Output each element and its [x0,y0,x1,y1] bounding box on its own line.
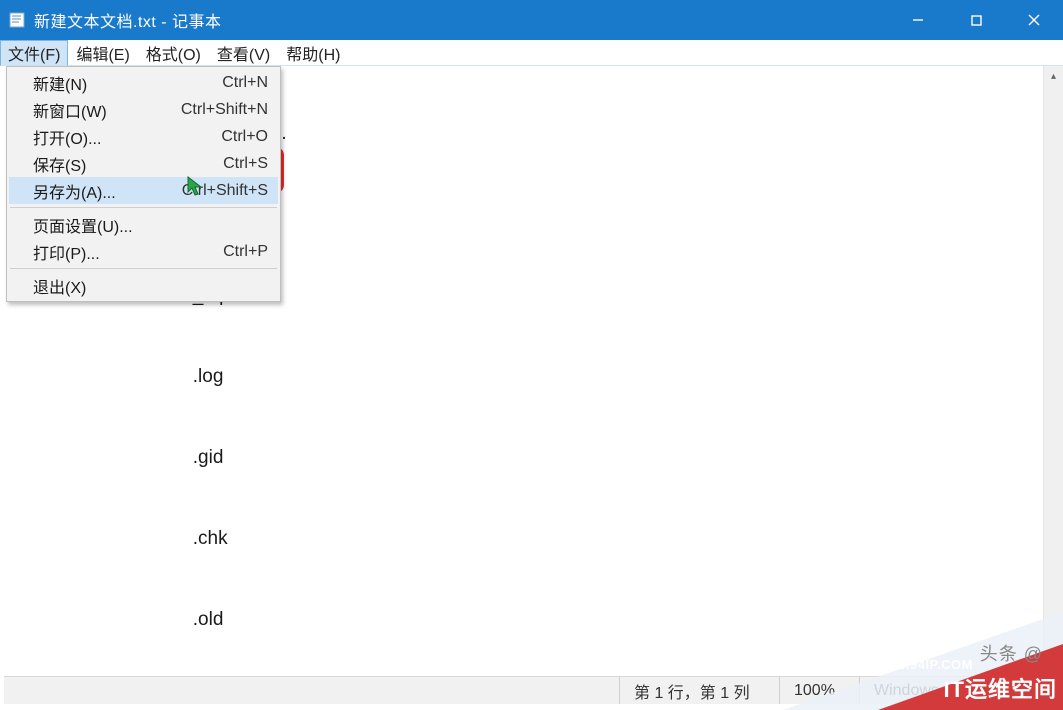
editor-line: .old [8,606,1055,633]
menu-view[interactable]: 查看(V) [209,40,278,65]
menu-exit-label: 退出(X) [33,274,86,298]
menu-save-as[interactable]: 另存为(A)... Ctrl+Shift+S [9,177,278,204]
app-icon [0,12,34,28]
menu-exit[interactable]: 退出(X) [9,272,278,299]
maximize-button[interactable] [947,0,1005,40]
close-button[interactable] [1005,0,1063,40]
menu-print-label: 打印(P)... [33,240,100,264]
minimize-button[interactable] [889,0,947,40]
file-dropdown: 新建(N) Ctrl+N 新窗口(W) Ctrl+Shift+N 打开(O)..… [6,66,281,302]
menu-save-as-label: 另存为(A)... [33,179,116,203]
scroll-up-icon[interactable]: ▴ [1044,66,1063,86]
menu-open-label: 打开(O)... [33,125,101,149]
menu-save-label: 保存(S) [33,152,86,176]
window-controls [889,0,1063,40]
menu-file[interactable]: 文件(F) [0,40,68,66]
editor-line: .chk [8,525,1055,552]
menu-edit[interactable]: 编辑(E) [68,40,137,65]
editor-line: .gid [8,444,1055,471]
menu-new-shortcut: Ctrl+N [222,74,268,92]
statusbar: 第 1 行，第 1 列 100% Windows (CR [4,676,1059,704]
menu-new-window[interactable]: 新窗口(W) Ctrl+Shift+N [9,96,278,123]
menubar: 文件(F) 编辑(E) 格式(O) 查看(V) 帮助(H) [0,40,1063,66]
menu-separator [10,268,277,269]
titlebar: 新建文本文档.txt - 记事本 [0,0,1063,40]
window-title: 新建文本文档.txt - 记事本 [34,8,222,32]
menu-print[interactable]: 打印(P)... Ctrl+P [9,238,278,265]
menu-format[interactable]: 格式(O) [138,40,209,65]
menu-page-setup-label: 页面设置(U)... [33,213,133,237]
menu-save[interactable]: 保存(S) Ctrl+S [9,150,278,177]
menu-separator [10,207,277,208]
menu-save-shortcut: Ctrl+S [223,155,268,173]
menu-open-shortcut: Ctrl+O [221,128,268,146]
menu-new-window-shortcut: Ctrl+Shift+N [181,101,268,119]
scroll-down-icon[interactable]: ▾ [1044,656,1063,676]
menu-help[interactable]: 帮助(H) [278,40,348,65]
status-position: 第 1 行，第 1 列 [619,677,779,704]
vertical-scrollbar[interactable]: ▴ ▾ [1043,66,1063,676]
menu-open[interactable]: 打开(O)... Ctrl+O [9,123,278,150]
status-zoom: 100% [779,677,859,704]
menu-print-shortcut: Ctrl+P [223,243,268,261]
menu-new-window-label: 新窗口(W) [33,98,107,122]
menu-new[interactable]: 新建(N) Ctrl+N [9,69,278,96]
status-encoding: Windows (CR [859,677,1059,704]
menu-save-as-shortcut: Ctrl+Shift+S [182,182,268,200]
editor-line: .log [8,363,1055,390]
menu-new-label: 新建(N) [33,71,87,95]
menu-page-setup[interactable]: 页面设置(U)... [9,211,278,238]
